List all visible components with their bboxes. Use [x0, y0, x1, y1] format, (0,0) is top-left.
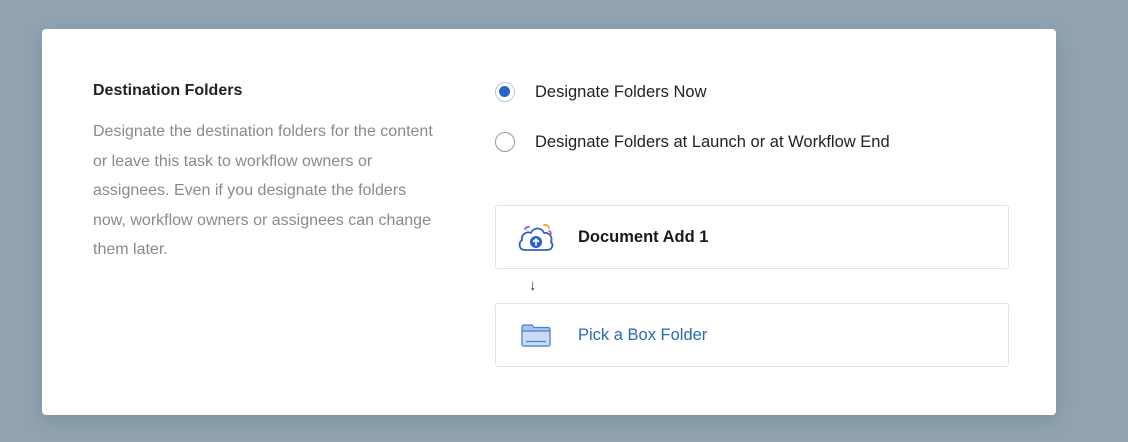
folder-icon [516, 315, 556, 355]
radio-button-unselected[interactable] [495, 132, 515, 152]
folder-option-radio-group: Designate Folders Now Designate Folders … [495, 79, 890, 179]
section-description: Designate the destination folders for th… [93, 123, 433, 258]
destination-folders-card: Destination Folders Designate the destin… [42, 29, 1056, 415]
radio-option-designate-now[interactable]: Designate Folders Now [495, 79, 890, 105]
radio-label-designate-now: Designate Folders Now [535, 82, 707, 101]
section-title: Destination Folders [93, 82, 243, 99]
down-arrow-icon: ↓ [529, 277, 537, 294]
cloud-upload-icon [516, 217, 556, 257]
section-info: Destination Folders Designate the destin… [93, 79, 443, 265]
radio-button-selected[interactable] [495, 82, 515, 102]
radio-option-designate-later[interactable]: Designate Folders at Launch or at Workfl… [495, 129, 890, 155]
radio-label-designate-later: Designate Folders at Launch or at Workfl… [535, 132, 890, 151]
pick-folder-link[interactable]: Pick a Box Folder [578, 326, 707, 345]
document-add-step: Document Add 1 [495, 205, 1009, 269]
pick-box-folder-button[interactable]: Pick a Box Folder [495, 303, 1009, 367]
document-step-label: Document Add 1 [578, 227, 709, 246]
